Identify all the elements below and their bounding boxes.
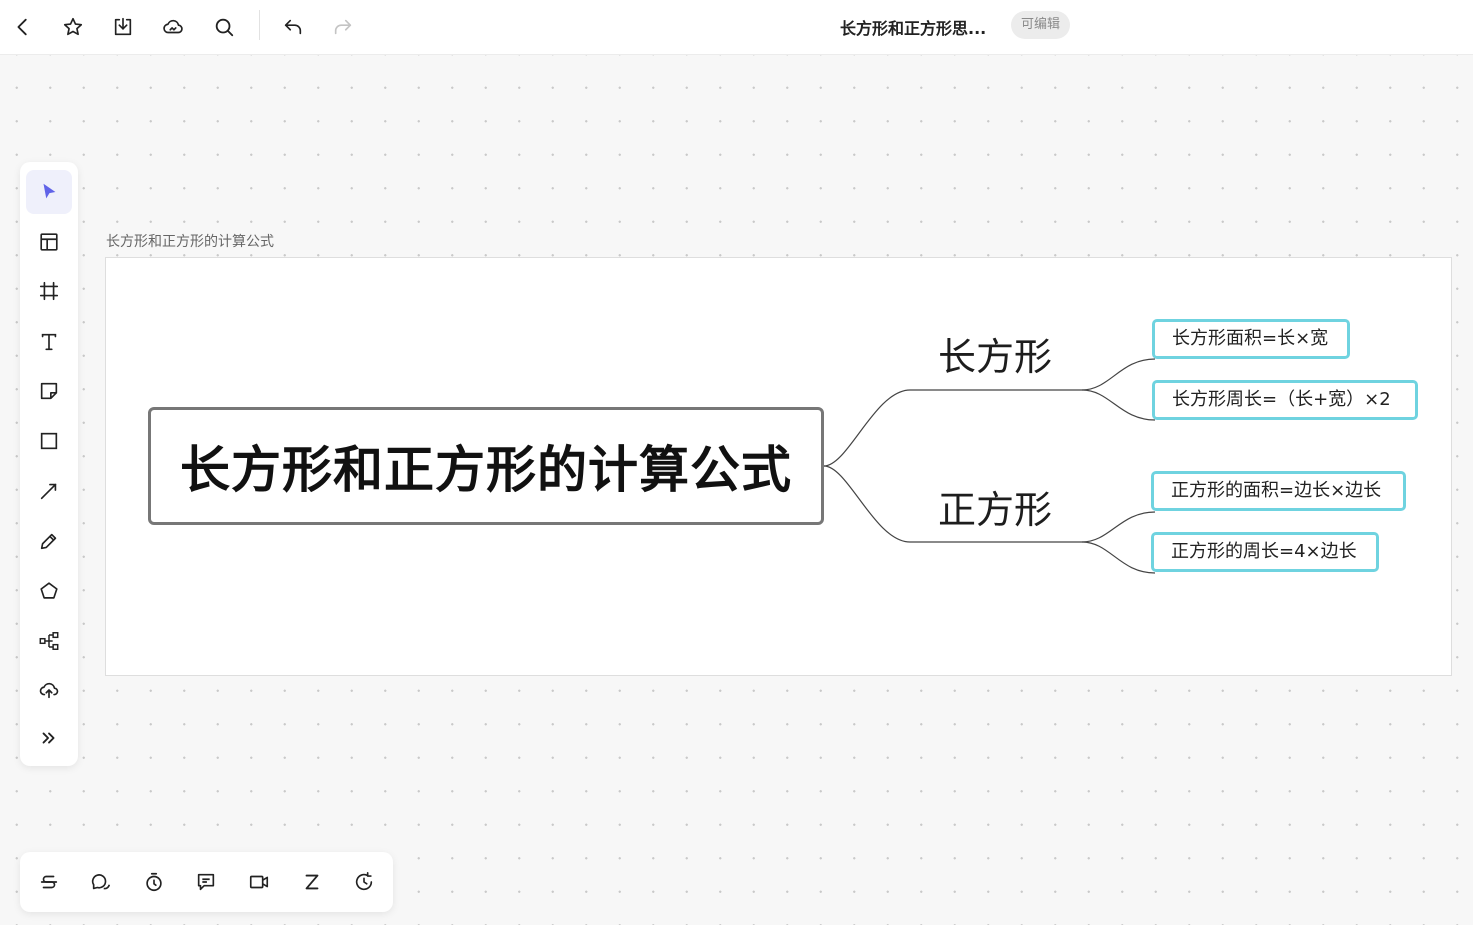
sticky-note-tool-button[interactable] bbox=[26, 369, 72, 413]
upload-icon bbox=[39, 682, 59, 699]
bottom-toolbar bbox=[20, 852, 393, 912]
download-icon[interactable] bbox=[105, 9, 141, 45]
arrow-line-icon bbox=[40, 483, 57, 500]
edit-permission-badge[interactable]: 可编辑 bbox=[1011, 11, 1071, 39]
sticky-note-icon bbox=[40, 382, 58, 400]
cloud-icon[interactable] bbox=[155, 9, 191, 45]
toolbar-divider bbox=[259, 10, 260, 40]
select-icon bbox=[43, 183, 56, 199]
history-button[interactable] bbox=[344, 862, 384, 902]
left-toolbar bbox=[20, 162, 78, 766]
mindmap-branch-rectangle[interactable]: 长方形 bbox=[938, 326, 1052, 381]
polygon-icon bbox=[40, 582, 58, 599]
message-icon bbox=[197, 873, 215, 891]
redo-icon[interactable] bbox=[325, 9, 361, 45]
frame-icon bbox=[39, 281, 59, 301]
select-tool-button[interactable] bbox=[26, 170, 72, 214]
line-tool-button[interactable] bbox=[26, 469, 72, 513]
undo-icon[interactable] bbox=[275, 9, 311, 45]
strikethrough-button[interactable] bbox=[29, 862, 69, 902]
mindmap-tool-button[interactable] bbox=[26, 619, 72, 663]
message-button[interactable] bbox=[186, 862, 226, 902]
text-tool-button[interactable] bbox=[26, 320, 72, 364]
expand-tools-button[interactable] bbox=[26, 716, 72, 760]
frame-label[interactable]: 长方形和正方形的计算公式 bbox=[106, 231, 274, 251]
top-bar: 长方形和正方形思... 可编辑 bbox=[0, 0, 1473, 55]
document-title[interactable]: 长方形和正方形思... bbox=[840, 15, 986, 39]
video-icon bbox=[249, 875, 269, 889]
rectangle-icon bbox=[40, 432, 58, 450]
star-icon[interactable] bbox=[55, 9, 91, 45]
timer-button[interactable] bbox=[134, 862, 174, 902]
mindmap-root-node[interactable]: 长方形和正方形的计算公式 bbox=[148, 407, 824, 525]
sleep-button[interactable] bbox=[292, 862, 332, 902]
mindmap-leaf-square-perimeter[interactable]: 正方形的周长=4×边长 bbox=[1151, 532, 1379, 572]
strikethrough-icon bbox=[40, 875, 58, 889]
template-icon bbox=[40, 233, 58, 251]
mindmap-leaf-rectangle-perimeter[interactable]: 长方形周长=（长+宽）×2 bbox=[1152, 380, 1418, 420]
shape-tool-button[interactable] bbox=[26, 569, 72, 613]
mindmap-branch-square[interactable]: 正方形 bbox=[938, 479, 1052, 534]
video-button[interactable] bbox=[239, 862, 279, 902]
template-tool-button[interactable] bbox=[26, 220, 72, 264]
frame-tool-button[interactable] bbox=[26, 269, 72, 313]
rectangle-tool-button[interactable] bbox=[26, 419, 72, 463]
timer-icon bbox=[146, 872, 162, 892]
sleep-icon bbox=[305, 874, 319, 890]
mindmap-leaf-rectangle-area[interactable]: 长方形面积=长×宽 bbox=[1152, 319, 1350, 359]
text-icon bbox=[41, 333, 57, 351]
comments-icon bbox=[91, 874, 111, 890]
comments-button[interactable] bbox=[81, 862, 121, 902]
history-icon bbox=[355, 872, 373, 891]
mindmap-leaf-square-area[interactable]: 正方形的面积=边长×边长 bbox=[1151, 471, 1406, 511]
back-icon[interactable] bbox=[5, 9, 41, 45]
expand-icon bbox=[42, 732, 55, 744]
pen-icon bbox=[40, 533, 57, 550]
mindmap-icon bbox=[39, 632, 59, 650]
pen-tool-button[interactable] bbox=[26, 519, 72, 563]
search-icon[interactable] bbox=[206, 9, 242, 45]
upload-tool-button[interactable] bbox=[26, 668, 72, 712]
